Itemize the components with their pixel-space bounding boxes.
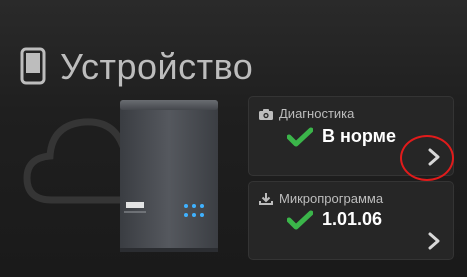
camera-icon bbox=[259, 108, 273, 120]
chevron-right-icon[interactable] bbox=[427, 231, 441, 251]
firmware-label: Микропрограмма bbox=[259, 191, 383, 206]
device-icon bbox=[20, 47, 46, 85]
firmware-card[interactable]: Микропрограмма 1.01.06 bbox=[248, 181, 454, 260]
page-header: Устройство bbox=[20, 42, 253, 92]
highlight-annotation bbox=[400, 135, 454, 181]
diagnostics-label-text: Диагностика bbox=[279, 106, 355, 121]
device-panel: Устройство Диагностика В норме Микропрог… bbox=[0, 0, 471, 277]
firmware-label-text: Микропрограмма bbox=[279, 191, 384, 206]
diagnostics-status: В норме bbox=[287, 126, 396, 147]
diagnostics-status-text: В норме bbox=[322, 126, 396, 146]
check-icon bbox=[287, 210, 313, 229]
firmware-version-text: 1.01.06 bbox=[322, 209, 383, 229]
check-icon bbox=[287, 127, 313, 146]
download-icon bbox=[259, 192, 273, 205]
diagnostics-label: Диагностика bbox=[259, 106, 354, 121]
page-title: Устройство bbox=[60, 46, 254, 87]
firmware-version: 1.01.06 bbox=[287, 209, 382, 230]
nas-device-image bbox=[120, 100, 218, 252]
